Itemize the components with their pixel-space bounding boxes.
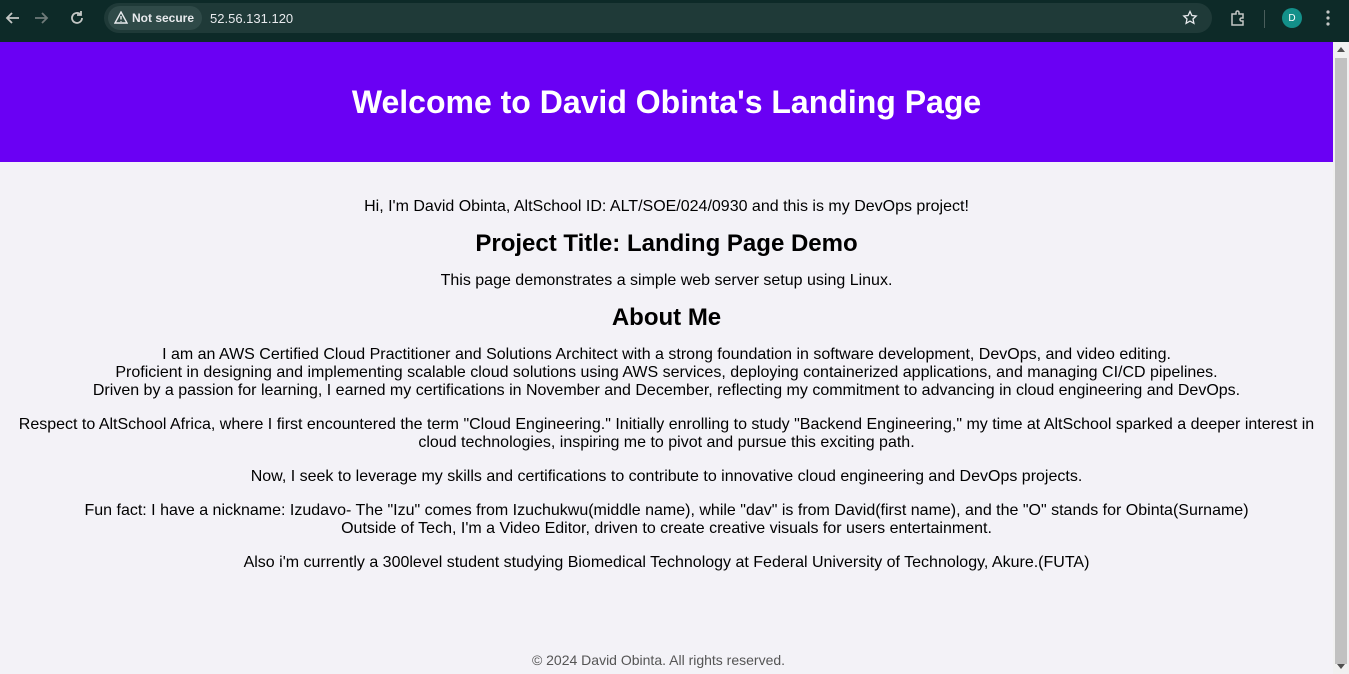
extensions-puzzle-icon[interactable]: [1228, 8, 1248, 28]
url-text[interactable]: 52.56.131.120: [210, 11, 293, 26]
warning-triangle-icon: [114, 11, 128, 24]
scroll-up-button[interactable]: [1333, 42, 1349, 56]
star-icon[interactable]: [1182, 10, 1198, 26]
reload-button[interactable]: [64, 5, 90, 31]
about-line: I am an AWS Certified Cloud Practitioner…: [162, 346, 1171, 363]
scrollbar-thumb[interactable]: [1335, 58, 1347, 664]
forward-button[interactable]: [28, 5, 54, 31]
avatar-letter: D: [1288, 12, 1296, 24]
project-description: This page demonstrates a simple web serv…: [440, 272, 893, 289]
scroll-down-button[interactable]: [1333, 660, 1349, 674]
main-content: Hi, I'm David Obinta, AltSchool ID: ALT/…: [0, 198, 1333, 572]
vertical-scrollbar[interactable]: [1333, 42, 1349, 674]
intro-text: Hi, I'm David Obinta, AltSchool ID: ALT/…: [364, 198, 969, 215]
fun-fact-paragraph: Fun fact: I have a nickname: Izudavo- Th…: [8, 502, 1325, 538]
page-footer: © 2024 David Obinta. All rights reserved…: [531, 652, 786, 668]
project-title: Project Title: Landing Page Demo: [475, 230, 858, 257]
about-line: Proficient in designing and implementing…: [115, 364, 1218, 381]
fun-fact-line: Outside of Tech, I'm a Video Editor, dri…: [341, 520, 992, 537]
kebab-menu-icon[interactable]: [1320, 8, 1336, 28]
about-paragraph: I am an AWS Certified Cloud Practitioner…: [8, 346, 1325, 400]
about-line: Driven by a passion for learning, I earn…: [92, 382, 1241, 399]
back-arrow-icon: [5, 12, 19, 24]
student-paragraph: Also i'm currently a 300level student st…: [243, 554, 1090, 571]
browser-toolbar: Not secure 52.56.131.120 D: [0, 0, 1349, 40]
fun-fact-line: Fun fact: I have a nickname: Izudavo- Th…: [84, 502, 1249, 519]
hero-banner: Welcome to David Obinta's Landing Page: [0, 42, 1333, 162]
now-paragraph: Now, I seek to leverage my skills and ce…: [250, 468, 1083, 485]
respect-paragraph: Respect to AltSchool Africa, where I fir…: [18, 416, 1315, 451]
page-title: Welcome to David Obinta's Landing Page: [351, 83, 982, 120]
web-page: Welcome to David Obinta's Landing Page H…: [0, 42, 1333, 674]
address-bar[interactable]: Not secure 52.56.131.120: [104, 3, 1212, 33]
toolbar-separator: [1264, 10, 1265, 28]
scroll-up-arrow-icon: [1337, 47, 1345, 52]
reload-icon: [71, 11, 83, 24]
security-label: Not secure: [132, 11, 195, 25]
profile-avatar[interactable]: D: [1282, 8, 1302, 28]
security-indicator[interactable]: Not secure: [108, 6, 203, 30]
scroll-down-arrow-icon: [1337, 664, 1345, 669]
back-button[interactable]: [0, 5, 26, 31]
about-heading: About Me: [611, 304, 722, 331]
forward-arrow-icon: [35, 12, 49, 24]
